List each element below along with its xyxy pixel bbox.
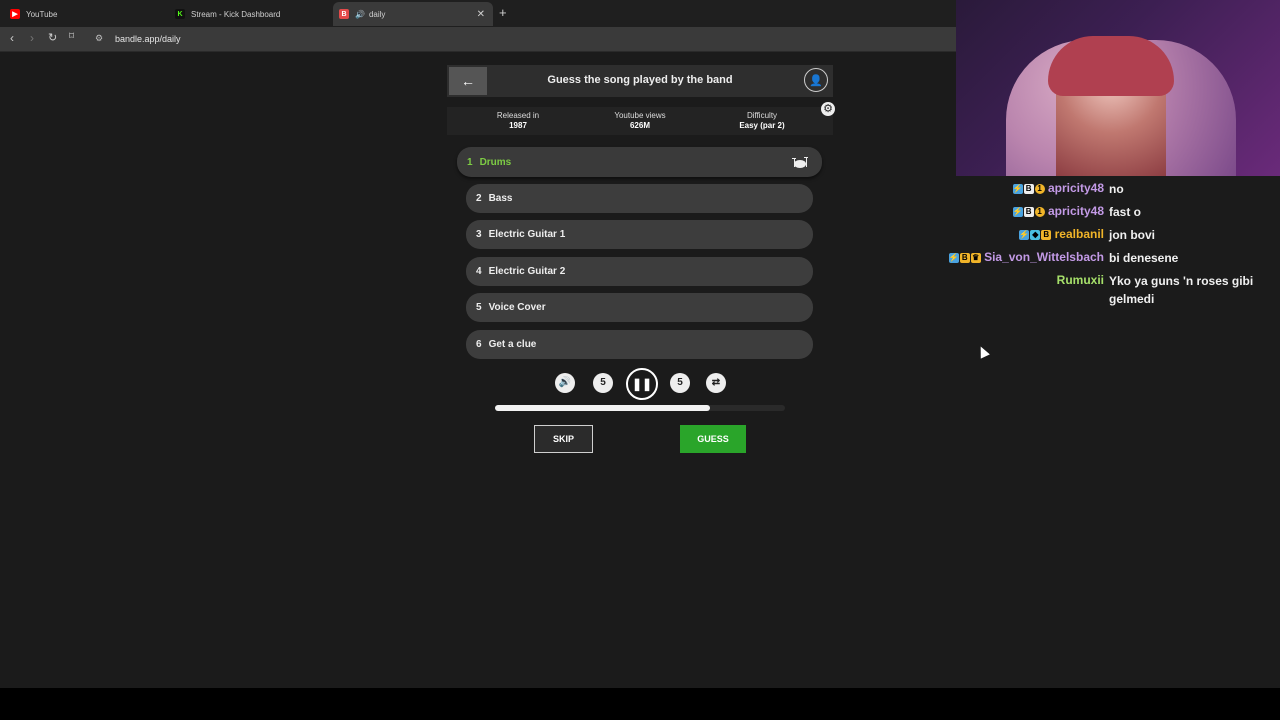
new-tab-icon[interactable]: + [499,5,507,20]
crown-icon: ♛ [970,252,981,263]
release-info: Released in 1987 [496,111,540,130]
chat-text: no [1109,182,1124,196]
browser-tab-bar: ▶ YouTube K Stream - Kick Dashboard B 🔊 … [0,0,956,27]
user-icon: 👤 [809,74,823,87]
badge-icon: B [959,252,970,263]
track-drums[interactable]: 1 Drums [457,147,822,177]
tab-youtube[interactable]: ▶ YouTube [10,2,170,26]
drum-kit-icon [792,157,808,168]
track-bass[interactable]: 2 Bass [466,184,813,213]
reload-icon[interactable]: ↻ [48,31,57,44]
badge-icon: ⚡ [1019,229,1030,240]
rewind-5-icon[interactable]: 5 [593,373,613,393]
badge-icon: ⚡ [1012,183,1023,194]
track-get-a-clue[interactable]: 6 Get a clue [466,330,813,359]
chat-message: ⚡ B ♛ Sia_von_Wittelsbach [948,250,1104,264]
badge-icon: ⚡ [948,252,959,263]
close-tab-icon[interactable]: ✕ [477,9,485,20]
chat-message: ⚡ B 1 apricity48 [1012,181,1104,195]
volume-icon[interactable]: 🔊 [555,373,575,393]
user-badges: ⚡ B 1 [1012,206,1045,217]
back-icon[interactable]: ‹ [10,31,14,45]
badge-icon: 1 [1034,183,1045,194]
playback-progress-bar[interactable] [495,405,785,411]
bandle-icon: B [339,9,349,19]
badge-icon: B [1041,229,1052,240]
forward-icon[interactable]: › [30,31,34,45]
progress-fill [495,405,710,411]
badge-icon: ◆ [1030,229,1041,240]
game-header: ← Guess the song played by the band 👤 [447,65,833,97]
badge-icon: 1 [1034,206,1045,217]
speaker-icon: 🔊 [355,9,365,19]
user-badges: ⚡ B 1 [1012,183,1045,194]
track-electric-guitar-1[interactable]: 3 Electric Guitar 1 [466,220,813,249]
chat-text: fast o [1109,205,1142,219]
repeat-icon[interactable]: ⇄ [706,373,726,393]
site-info-icon[interactable]: ⚙ [95,33,103,44]
chat-text: Yko ya guns 'n roses gibi gelmedi [1109,274,1254,306]
user-profile-button[interactable]: 👤 [804,68,828,92]
badge-icon: B [1023,183,1034,194]
forward-5-icon[interactable]: 5 [670,373,690,393]
tab-daily[interactable]: B 🔊 daily ✕ [333,2,493,26]
streamer-hair [1048,36,1174,96]
guess-button[interactable]: GUESS [680,425,746,453]
tab-kick-dashboard[interactable]: K Stream - Kick Dashboard [175,2,335,26]
settings-gear-icon[interactable]: ⚙ [821,102,835,116]
difficulty-info: Difficulty Easy (par 2) [739,111,785,130]
webcam-overlay [956,0,1280,176]
chat-message: ⚡ B 1 apricity48 [1012,204,1104,218]
track-voice-cover[interactable]: 5 Voice Cover [466,293,813,322]
chat-text: bi denesene [1109,251,1179,265]
chat-overlay: ⚡ B 1 apricity48 no ⚡ B 1 apricity48 fast o … [940,176,1280,688]
user-badges: ⚡ B ♛ [948,252,981,263]
kick-icon: K [175,9,185,19]
pause-icon[interactable]: ❚❚ [626,368,658,400]
page-title: Guess the song played by the band [547,74,733,86]
bottom-bar [0,688,1280,720]
bookmark-icon[interactable]: ⌑ [69,31,74,42]
track-electric-guitar-2[interactable]: 4 Electric Guitar 2 [466,257,813,286]
youtube-icon: ▶ [10,9,20,19]
skip-button[interactable]: SKIP [534,425,593,453]
address-bar: ‹ › ↻ ⌑ ⚙ bandle.app/daily [0,27,956,52]
song-info-row: Released in 1987 Youtube views 626M Diff… [447,107,833,135]
badge-icon: B [1023,206,1034,217]
url-field[interactable]: bandle.app/daily [115,34,181,44]
views-info: Youtube views 626M [614,111,666,130]
user-badges: ⚡ ◆ B [1019,229,1052,240]
chat-text: jon bovi [1109,228,1155,242]
chat-message: ⚡ ◆ B realbanil [1019,227,1104,241]
chat-message: Rumuxii [1056,273,1104,287]
badge-icon: ⚡ [1012,206,1023,217]
